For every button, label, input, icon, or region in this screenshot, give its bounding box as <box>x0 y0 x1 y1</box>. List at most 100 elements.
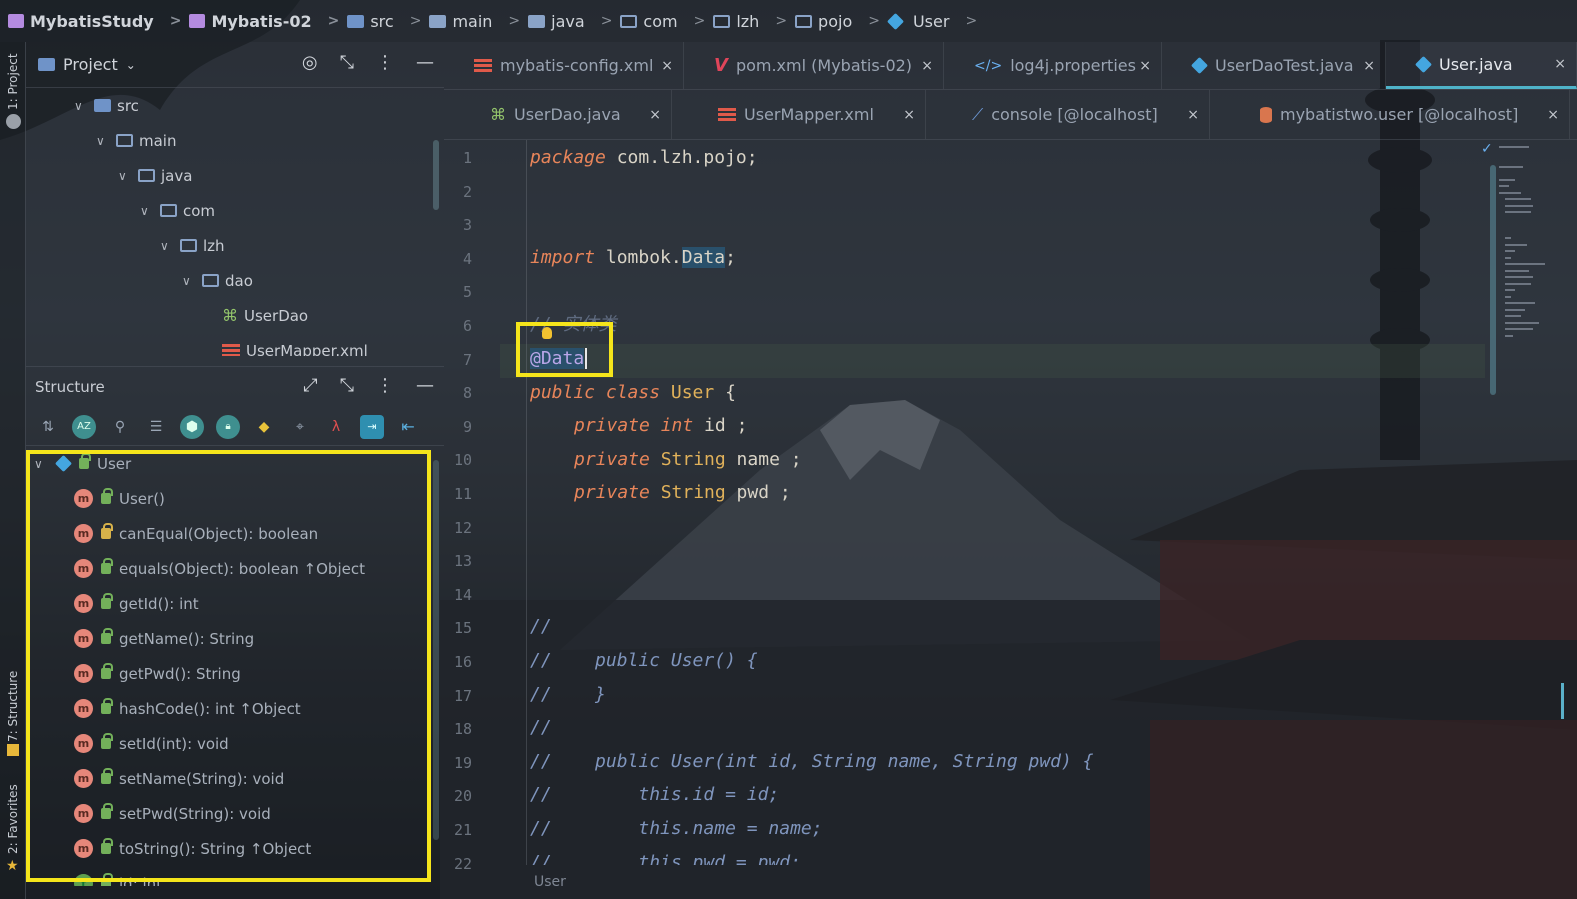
code-line-9: private int id ; <box>574 415 748 436</box>
package-icon <box>795 14 813 28</box>
chevron-down-icon: ∨ <box>74 98 83 113</box>
tab-console[interactable]: ⟋ console [@localhost] × <box>926 90 1210 139</box>
indent-guide <box>526 140 527 865</box>
show-inherited-icon[interactable]: ⚲ <box>108 415 132 439</box>
tree-item-java[interactable]: ∨ java <box>118 158 192 193</box>
collapse-icon[interactable]: ⤡ <box>340 52 354 73</box>
folder-icon <box>138 169 155 182</box>
line-number: 4 <box>462 249 472 268</box>
folder-icon <box>116 134 133 147</box>
line-number-gutter: 1 2 3 4 5 6 7 8 9 10 11 12 13 14 15 16 17 18 19 20 21 22 <box>444 140 500 873</box>
close-icon[interactable]: × <box>1554 56 1566 72</box>
structure-panel-header: Structure ⤢ ⤡ ⋮ — <box>26 366 444 406</box>
sort-by-visibility-icon[interactable]: ⇅ <box>36 415 60 439</box>
close-icon[interactable]: × <box>1547 107 1559 123</box>
chevron-down-icon: ∨ <box>160 238 169 253</box>
show-non-public-icon[interactable]: 🔒︎ <box>216 414 240 439</box>
close-icon[interactable]: × <box>921 58 933 74</box>
interface-icon: ⌘ <box>490 105 506 124</box>
tab-mybatistwo-user[interactable]: mybatistwo.user [@localhost] × <box>1210 90 1570 139</box>
minimap-line <box>1499 165 1523 168</box>
show-lambdas-icon[interactable]: λ <box>324 415 348 439</box>
xml-icon <box>718 107 736 122</box>
minimap-line <box>1505 308 1525 311</box>
source-folder-icon <box>347 14 365 28</box>
close-icon[interactable]: × <box>661 58 673 74</box>
breadcrumb-project[interactable]: MybatisStudy > <box>8 12 189 31</box>
tab-userdao[interactable]: ⌘ UserDao.java × <box>444 90 672 139</box>
line-number: 11 <box>453 485 472 503</box>
breadcrumb-com[interactable]: com > <box>620 12 713 31</box>
breadcrumb-pojo[interactable]: pojo > <box>795 12 888 31</box>
source-folder-icon <box>94 99 111 112</box>
locate-icon[interactable]: ◎ <box>302 52 318 73</box>
breadcrumb-src[interactable]: src > <box>347 12 429 31</box>
tab-log4j[interactable]: </> log4j.properties × <box>944 42 1162 89</box>
project-icon <box>8 14 24 28</box>
show-anonymous-icon[interactable]: ◆ <box>252 415 276 439</box>
structure-tool-button[interactable]: 7: Structure <box>6 671 20 742</box>
editor-scrollbar[interactable] <box>1490 165 1496 395</box>
show-fields-icon[interactable]: ☰ <box>144 415 168 439</box>
minimap-line <box>1505 289 1515 291</box>
close-icon[interactable]: × <box>903 107 915 123</box>
tab-pom[interactable]: Vpom.xml (Mybatis-02) × <box>684 42 944 89</box>
line-number: 19 <box>453 753 472 772</box>
package-icon <box>713 14 731 28</box>
show-properties-icon[interactable]: ⬢ <box>180 414 204 439</box>
tree-item-dao[interactable]: ∨ dao <box>182 263 253 298</box>
breadcrumb-main[interactable]: main > <box>429 12 528 31</box>
inspection-ok-icon[interactable]: ✓ <box>1481 141 1493 157</box>
tab-userdaotest[interactable]: UserDaoTest.java × <box>1162 42 1386 89</box>
breadcrumb-user[interactable]: User > <box>886 12 985 31</box>
tree-item-lzh[interactable]: ∨ lzh <box>160 228 225 263</box>
star-icon: ★ <box>6 858 19 874</box>
interface-icon: ⌘ <box>222 306 238 325</box>
tab-mybatis-config[interactable]: mybatis-config.xml × <box>444 42 684 89</box>
code-line-15: // <box>530 616 552 637</box>
project-tool-button[interactable]: 1: Project <box>6 53 20 110</box>
code-editor[interactable]: package com.lzh.pojo; import lombok.Data… <box>500 140 1485 865</box>
tab-user-java[interactable]: User.java × <box>1386 42 1577 89</box>
breadcrumb-module[interactable]: Mybatis-02 > <box>189 12 347 31</box>
code-line-19: // public User(int id, String name, Stri… <box>530 751 1094 772</box>
close-icon[interactable]: × <box>1363 58 1375 74</box>
tree-item-main[interactable]: ∨ main <box>96 123 176 158</box>
line-number: 16 <box>453 653 472 671</box>
expand-icon[interactable]: ⤢ <box>303 375 317 396</box>
minimap[interactable] <box>1497 140 1563 370</box>
class-icon <box>1191 57 1208 74</box>
project-tree: ∨ src ∨ main ∨ java ∨ com ∨ lzh ∨ dao ⌘ UserDao… <box>26 88 444 356</box>
breadcrumb-lzh[interactable]: lzh > <box>713 12 795 31</box>
autoscroll-icon[interactable]: ⌖ <box>288 415 312 439</box>
more-options-icon[interactable]: ⋮ <box>376 375 394 396</box>
close-icon[interactable]: × <box>1139 58 1151 74</box>
chevron-right-icon: > <box>508 13 521 29</box>
minimap-line <box>1499 185 1509 187</box>
highlight-box-annotation <box>516 322 613 377</box>
chevron-right-icon: > <box>327 13 340 29</box>
project-view-selector[interactable]: Project <box>63 55 118 74</box>
hide-panel-icon[interactable]: — <box>416 52 434 73</box>
close-icon[interactable]: × <box>1187 107 1199 123</box>
maven-icon: V <box>714 55 728 76</box>
more-options-icon[interactable]: ⋮ <box>376 52 394 73</box>
tree-item-usermapper[interactable]: UserMapper.xml <box>222 333 368 356</box>
tab-usermapper[interactable]: UserMapper.xml × <box>672 90 926 139</box>
autoscroll-from-source-icon[interactable]: ⇤ <box>396 415 420 439</box>
tree-item-com[interactable]: ∨ com <box>140 193 215 228</box>
breadcrumb-java[interactable]: java > <box>528 12 620 31</box>
collapse-icon[interactable]: ⤡ <box>340 375 354 396</box>
favorites-tool-button[interactable]: 2: Favorites <box>6 784 20 854</box>
package-icon <box>202 274 219 287</box>
minimap-line <box>1505 315 1521 317</box>
tree-item-src[interactable]: ∨ src <box>74 88 139 123</box>
tree-item-userdao[interactable]: ⌘ UserDao <box>222 298 308 333</box>
close-icon[interactable]: × <box>649 107 661 123</box>
minimap-line <box>1505 295 1511 298</box>
editor-breadcrumb[interactable]: User <box>444 865 1577 899</box>
autoscroll-to-source-icon[interactable]: ⇥ <box>360 414 384 439</box>
folder-icon <box>429 14 447 28</box>
chevron-down-icon[interactable]: ⌄ <box>126 58 136 72</box>
sort-alphabetically-icon[interactable]: AZ <box>72 414 96 439</box>
